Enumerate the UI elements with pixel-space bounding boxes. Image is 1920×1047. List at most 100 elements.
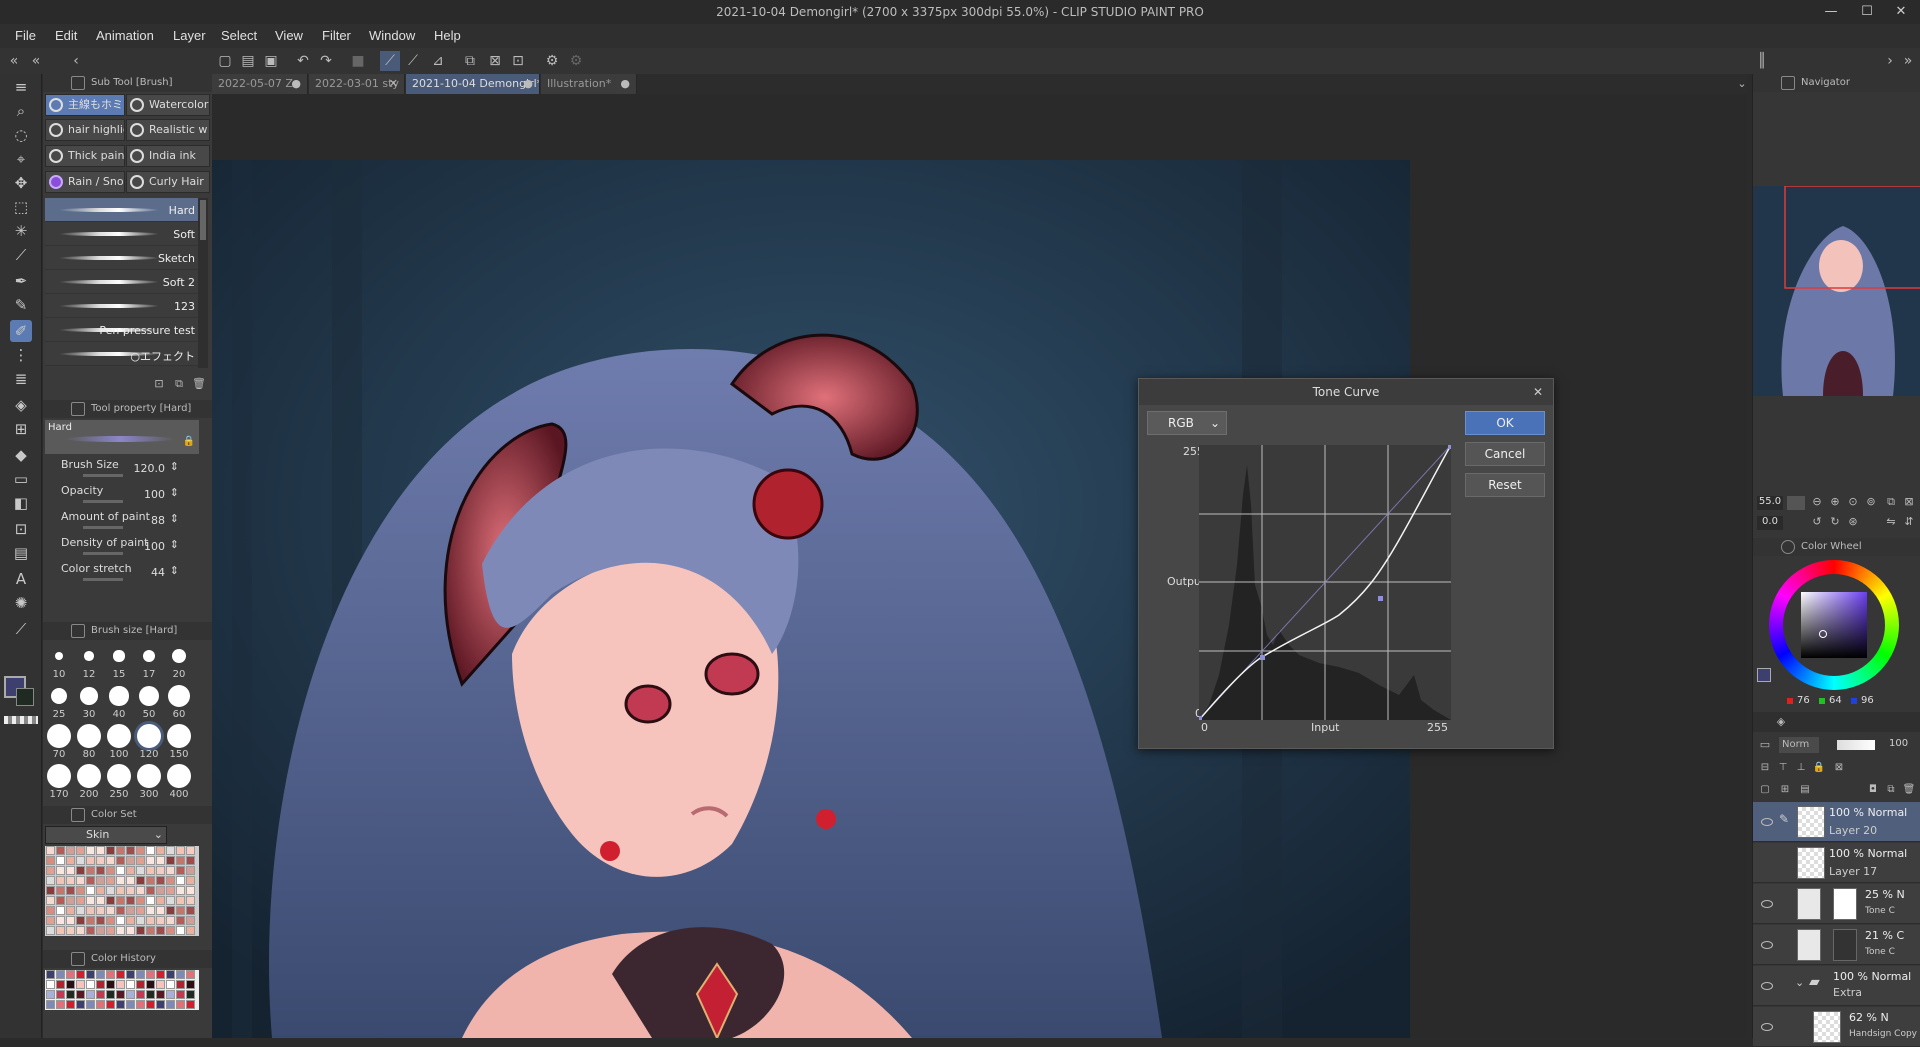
color-swatch[interactable] (146, 896, 155, 905)
frame-icon[interactable]: ⊠ (485, 51, 505, 71)
rotate-tool-icon[interactable]: ◌ (10, 124, 32, 146)
move-tool-icon[interactable]: ✥ (10, 172, 32, 194)
ruler-tool-icon[interactable]: ▤ (10, 542, 32, 564)
color-swatch[interactable] (146, 916, 155, 925)
layer-row[interactable]: 62 % N Handsign Copy (1753, 1007, 1920, 1047)
color-swatch[interactable] (46, 876, 55, 885)
color-swatch[interactable] (186, 896, 195, 905)
cancel-button[interactable]: Cancel (1465, 442, 1545, 466)
brush-size-dot[interactable] (137, 724, 161, 748)
history-swatch[interactable] (156, 980, 165, 989)
history-swatch[interactable] (136, 980, 145, 989)
color-swatch[interactable] (126, 846, 135, 855)
actual-size-icon[interactable]: ⊚ (1863, 494, 1879, 510)
color-swatch[interactable] (56, 906, 65, 915)
merge-icon[interactable]: ⧉ (1881, 780, 1901, 800)
clear-icon[interactable]: ■ (348, 51, 368, 71)
layer-row[interactable]: 100 % Normal Layer 17 (1753, 843, 1920, 883)
prop-brush-size[interactable]: Brush Size 120.0 ⇕ (45, 454, 199, 480)
draft-icon[interactable]: ⊥ (1791, 758, 1811, 778)
brush-size-dot[interactable] (77, 764, 101, 788)
color-swatch[interactable] (146, 866, 155, 875)
color-swatch[interactable] (156, 866, 165, 875)
color-swatch[interactable] (166, 886, 175, 895)
color-swatch[interactable] (126, 856, 135, 865)
visibility-eye-icon[interactable] (1761, 1023, 1773, 1031)
rotate-right-icon[interactable]: ↻ (1827, 514, 1843, 530)
subtool-copy-icon[interactable]: ⧉ (169, 374, 189, 394)
zoom-slider[interactable] (1787, 496, 1805, 510)
colorset-swatches[interactable] (45, 846, 199, 936)
pen-tool-icon[interactable]: ✒ (10, 270, 32, 292)
prop-value[interactable]: 120.0 (134, 462, 166, 475)
color-swatch[interactable] (86, 846, 95, 855)
history-swatch[interactable] (176, 970, 185, 979)
subtool-group-1[interactable]: 主線もホミ (45, 94, 125, 116)
stepper-icon[interactable]: ⇕ (170, 460, 179, 473)
layer-mode-icon[interactable]: ▭ (1755, 735, 1775, 755)
color-swatch[interactable] (186, 866, 195, 875)
color-swatch[interactable] (66, 896, 75, 905)
saturation-value-square[interactable] (1801, 592, 1867, 658)
color-swatch[interactable] (76, 846, 85, 855)
blend-tool-icon[interactable]: ⊞ (10, 418, 32, 440)
subtool-group-india-ink[interactable]: India ink (126, 145, 210, 167)
color-swatch[interactable] (186, 886, 195, 895)
color-swatch[interactable] (96, 886, 105, 895)
color-swatch[interactable] (106, 896, 115, 905)
color-swatch[interactable] (96, 926, 105, 935)
brush-size-dot[interactable] (47, 764, 71, 788)
menu-layer[interactable]: Layer (173, 28, 206, 43)
color-swatch[interactable] (176, 886, 185, 895)
tab-close-icon[interactable]: ✕ (389, 74, 398, 94)
layer-name[interactable]: Layer 17 (1829, 865, 1877, 878)
menu-filter[interactable]: Filter (322, 28, 351, 43)
flip-horizontal-icon[interactable]: ⇋ (1883, 514, 1899, 530)
subtool-group-hair[interactable]: hair highligh (45, 119, 125, 141)
fit-view-icon[interactable]: ⊙ (1845, 494, 1861, 510)
tab-doc-4[interactable]: Illustration* ● (541, 74, 637, 94)
brush-item[interactable]: Soft (45, 222, 199, 246)
color-swatch[interactable] (46, 906, 55, 915)
color-swatch[interactable] (86, 926, 95, 935)
color-swatch[interactable] (106, 916, 115, 925)
brush-item[interactable]: Sketch (45, 246, 199, 270)
color-swatch[interactable] (156, 896, 165, 905)
color-picker-handle[interactable] (1819, 630, 1827, 638)
minimize-icon[interactable]: — (1816, 2, 1846, 22)
history-swatch[interactable] (56, 970, 65, 979)
color-swatch[interactable] (46, 916, 55, 925)
collapse-left-icon[interactable]: « (4, 51, 24, 71)
opacity-value[interactable]: 100 (1889, 738, 1908, 749)
brush-size-dot[interactable] (167, 684, 191, 708)
history-swatch[interactable] (86, 1000, 95, 1009)
color-swatch[interactable] (146, 846, 155, 855)
layer-row[interactable]: 25 % N Tone C (1753, 884, 1920, 924)
history-swatch[interactable] (96, 990, 105, 999)
lock-alpha-icon[interactable]: ⊠ (1829, 758, 1849, 778)
visibility-eye-icon[interactable] (1761, 941, 1773, 949)
prop-density-of-paint[interactable]: Density of paint 100 ⇕ (45, 532, 199, 558)
zoom-in-icon[interactable]: ⊕ (1827, 494, 1843, 510)
colorhistory-swatches[interactable] (45, 970, 199, 1010)
reset-rotation-icon[interactable]: ⊛ (1845, 514, 1861, 530)
stepper-icon[interactable]: ⇕ (170, 486, 179, 499)
color-swatch[interactable] (76, 896, 85, 905)
zoom-out-icon[interactable]: ⊖ (1809, 494, 1825, 510)
color-swatch[interactable] (166, 926, 175, 935)
curve-point[interactable] (1260, 655, 1265, 660)
history-swatch[interactable] (116, 970, 125, 979)
fill-tool-icon[interactable]: ◆ (10, 444, 32, 466)
history-swatch[interactable] (176, 1000, 185, 1009)
subtool-group-rain[interactable]: Rain / Sno (45, 171, 125, 193)
history-swatch[interactable] (76, 970, 85, 979)
save-icon[interactable]: ▣ (261, 51, 281, 71)
color-swatch[interactable] (116, 846, 125, 855)
brush-list-scrollbar[interactable] (198, 198, 208, 368)
prop-value[interactable]: 88 (151, 514, 165, 527)
saturation-value[interactable]: 64 (1829, 695, 1842, 706)
history-swatch[interactable] (186, 990, 195, 999)
layer-folder-row[interactable]: ⌄ ▰ 100 % Normal Extra (1753, 966, 1920, 1006)
channel-select[interactable]: RGB ⌄ (1147, 411, 1227, 435)
color-swatch[interactable] (86, 916, 95, 925)
